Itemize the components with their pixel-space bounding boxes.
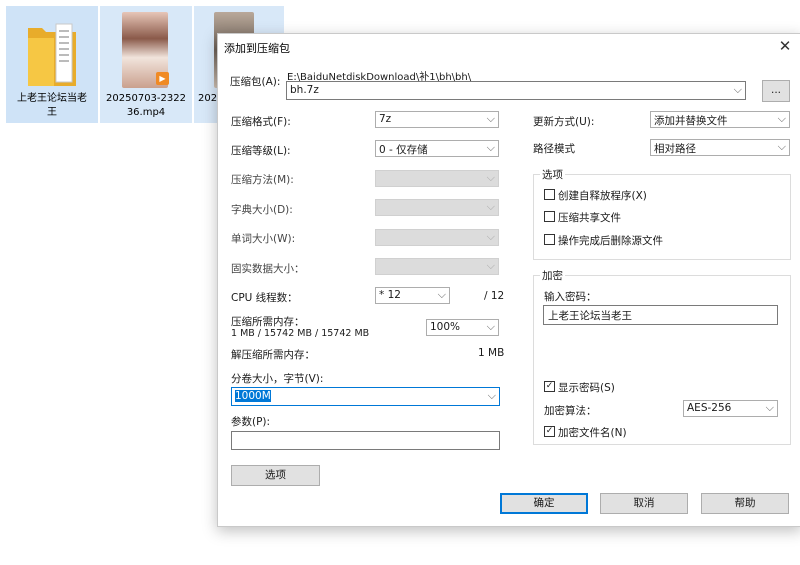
password-label: 输入密码： [544,291,597,303]
show-password-checkbox[interactable]: ✓ [544,381,555,392]
play-icon: ▶ [156,72,169,85]
dict-select: ⌵ [375,199,499,216]
desktop-video-file[interactable]: ▶ 20250703-2322 36.mp4 [100,6,192,123]
chevron-down-icon: ⌵ [777,112,786,125]
chevron-down-icon: ⌵ [486,171,495,184]
shared-checkbox[interactable] [544,211,555,222]
show-password-label[interactable]: 显示密码(S) [558,380,615,395]
chevron-down-icon: ⌵ [765,401,774,414]
dict-label: 字典大小(D): [231,204,293,216]
word-select: ⌵ [375,229,499,246]
ok-button[interactable]: 确定 [500,493,588,514]
format-select[interactable]: 7z ⌵ [375,111,499,128]
level-label: 压缩等级(L): [231,145,291,157]
chevron-down-icon: ⌵ [486,141,495,154]
format-label: 压缩格式(F): [231,116,291,128]
update-label: 更新方式(U): [533,116,595,128]
volume-label: 分卷大小，字节(V): [231,373,324,385]
cpu-total: / 12 [484,290,505,302]
solid-label: 固实数据大小： [231,263,305,275]
chevron-down-icon: ⌵ [486,230,495,243]
mem-decompress-value: 1 MB [478,347,505,359]
chevron-down-icon[interactable]: ⌵ [488,389,496,403]
volume-combo[interactable]: 1000M ⌵ [231,387,500,406]
encryption-group-title: 加密 [540,268,565,283]
chevron-down-icon: ⌵ [486,259,495,272]
password-value: 上老王论坛当老王 [548,310,632,322]
shared-label[interactable]: 压缩共享文件 [558,210,621,225]
method-select: ⌵ [375,170,499,187]
level-select[interactable]: 0 - 仅存储 ⌵ [375,140,499,157]
update-select[interactable]: 添加并替换文件 ⌵ [650,111,790,128]
level-value: 0 - 仅存储 [379,144,428,156]
desktop-video-label: 20250703-2322 36.mp4 [106,93,186,118]
word-label: 单词大小(W): [231,233,296,245]
mem-percent-value: 100% [430,321,461,333]
folder-icon [28,23,76,86]
path-mode-select[interactable]: 相对路径 ⌵ [650,139,790,156]
sfx-label[interactable]: 创建自释放程序(X) [558,188,647,203]
archive-name-combo[interactable]: bh.7z ⌵ [286,81,746,100]
options-group-title: 选项 [540,167,565,182]
cpu-label: CPU 线程数： [231,292,298,304]
cpu-select[interactable]: * 12 ⌵ [375,287,450,304]
help-button[interactable]: 帮助 [701,493,789,514]
format-value: 7z [379,113,392,125]
chevron-down-icon: ⌵ [486,200,495,213]
add-to-archive-dialog: 添加到压缩包 ✕ 压缩包(A): E:\BaiduNetdiskDownload… [217,33,800,527]
archive-label: 压缩包(A): [230,76,281,88]
update-value: 添加并替换文件 [654,115,728,127]
delete-label[interactable]: 操作完成后删除源文件 [558,233,663,248]
sfx-checkbox[interactable] [544,189,555,200]
encryption-method-value: AES-256 [687,402,732,414]
mem-percent-select[interactable]: 100% ⌵ [426,319,499,336]
options-button[interactable]: 选项 [231,465,320,486]
mem-decompress-label: 解压缩所需内存： [231,349,315,361]
path-mode-value: 相对路径 [654,143,696,155]
path-mode-label: 路径模式 [533,143,575,155]
mem-compress-label: 压缩所需内存： [231,316,305,328]
desktop-folder-label: 上老王论坛当老王 [17,93,87,118]
dialog-title: 添加到压缩包 [224,42,290,55]
method-label: 压缩方法(M): [231,174,294,186]
encryption-method-select[interactable]: AES-256 ⌵ [683,400,778,417]
browse-button[interactable]: ... [762,80,790,102]
encryption-method-label: 加密算法： [544,405,597,417]
password-input[interactable]: 上老王论坛当老王 [543,305,778,325]
volume-value: 1000M [235,390,271,402]
cancel-button[interactable]: 取消 [600,493,688,514]
chevron-down-icon[interactable]: ⌵ [734,83,742,97]
cpu-value: * 12 [379,289,401,301]
delete-checkbox[interactable] [544,234,555,245]
desktop-folder[interactable]: 上老王论坛当老王 [6,6,98,123]
chevron-down-icon: ⌵ [777,140,786,153]
chevron-down-icon: ⌵ [486,320,495,333]
encrypt-names-label[interactable]: 加密文件名(N) [558,425,627,440]
chevron-down-icon: ⌵ [437,288,446,301]
encrypt-names-checkbox[interactable]: ✓ [544,426,555,437]
chevron-down-icon: ⌵ [486,112,495,125]
mem-compress-detail: 1 MB / 15742 MB / 15742 MB [231,328,370,339]
solid-select: ⌵ [375,258,499,275]
params-label: 参数(P): [231,416,271,428]
archive-name-value: bh.7z [290,84,319,96]
params-input[interactable] [231,431,500,450]
close-icon[interactable]: ✕ [776,37,794,55]
